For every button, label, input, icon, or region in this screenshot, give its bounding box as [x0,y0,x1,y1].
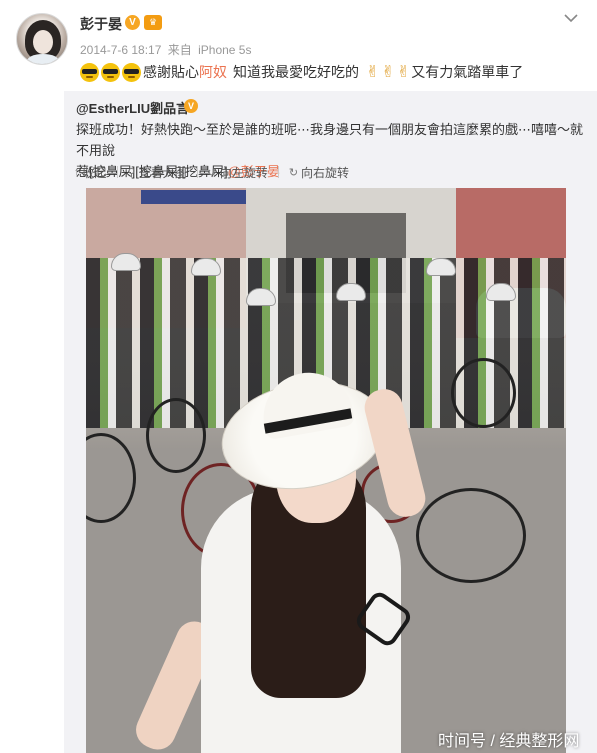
photo-wheel [416,488,526,583]
photo-helmet [426,258,456,276]
chevron-down-icon[interactable] [563,10,579,26]
toolbar-divider [116,166,118,178]
watermark: 时间号 / 经典整形网 [438,733,580,750]
repost-user[interactable]: @EstherLIU劉品言 [76,98,189,117]
photo-helmet [336,283,366,301]
cool-emoji-icon [80,62,99,82]
post-text-part1: 感謝貼心 [143,64,199,80]
photo-helmet [191,258,221,276]
post-date[interactable]: 2014-7-6 18:17 [80,43,161,57]
collapse-button[interactable]: ↑ 收起 [74,164,107,181]
repost-box: @EstherLIU劉品言 V 探班成功！好熱快跑～至於是誰的班呢⋯我身邊只有一… [64,91,597,753]
collapse-label: 收起 [82,165,107,180]
verified-badge-icon: V [125,15,140,30]
view-large-button[interactable]: ⚲ 查看大图 [128,164,187,181]
arrow-up-icon: ↑ [74,166,80,178]
victory-hand-icon: ✌ [381,64,395,81]
rotate-right-icon: ↻ [288,166,299,179]
avatar-shirt [27,54,59,64]
cool-emoji-icon [122,62,141,82]
photo-wheel [146,398,206,473]
post-text: 感謝貼心 阿奴 知道我最愛吃好吃的 ✌ ✌ ✌ 又有力氣踏單車了 [80,60,523,84]
post-source-prefix: 来自 [167,43,192,57]
rotate-left-label: 向左旋转 [219,165,268,180]
author-name[interactable]: 彭于晏 [80,14,122,34]
toolbar-divider [277,166,279,178]
cool-emoji-icon [101,62,120,82]
image-toolbar: ↑ 收起 ⚲ 查看大图 ↺ 向左旋转 ↻ 向右旋转 [74,163,359,181]
post-mention[interactable]: 阿奴 [199,62,227,82]
toolbar-divider [196,166,198,178]
avatar-face [33,30,53,54]
rotate-left-button[interactable]: ↺ 向左旋转 [208,164,268,181]
rock-hand-icon: ✌ [396,64,411,81]
rotate-right-button[interactable]: ↻ 向右旋转 [289,164,349,181]
post-source[interactable]: iPhone 5s [198,43,251,57]
post-photo[interactable] [86,188,566,753]
repost-text-line1: 探班成功！好熱快跑～至於是誰的班呢⋯我身邊只有一個朋友會拍這麼累的戲⋯嘻嘻～就不… [76,122,584,158]
victory-hand-icon: ✌ [366,64,380,81]
photo-helmet [111,253,141,271]
photo-helmet [246,288,276,306]
member-crown-icon[interactable]: ♛ [144,15,162,30]
photo-wheel [451,358,516,428]
weibo-post: 彭于晏 V ♛ 2014-7-6 18:17 来自 iPhone 5s 感謝貼心… [0,0,597,753]
author-avatar[interactable] [16,13,68,65]
photo-helmet [486,283,516,301]
magnifier-icon: ⚲ [127,166,136,179]
verified-badge-icon: V [184,99,198,113]
post-text-part2: 知道我最愛吃好吃的 [233,64,359,80]
rotate-left-icon: ↺ [207,166,217,179]
post-meta: 2014-7-6 18:17 来自 iPhone 5s [80,41,254,58]
post-text-part3: 又有力氣踏單車了 [411,64,524,80]
view-large-label: 查看大图 [138,165,187,180]
rotate-right-label: 向右旋转 [301,165,350,180]
